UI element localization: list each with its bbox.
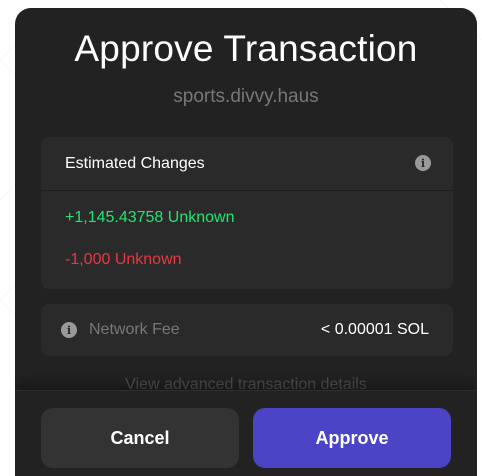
dialog-origin: sports.divvy.haus bbox=[173, 86, 319, 107]
change-decrease: -1,000 Unknown bbox=[65, 251, 182, 268]
approve-transaction-dialog: Approve Transaction sports.divvy.haus Es… bbox=[15, 8, 477, 476]
estimated-changes-card: Estimated Changes i +1,145.43758 Unknown… bbox=[41, 137, 453, 289]
network-fee-label: Network Fee bbox=[89, 321, 180, 338]
dialog-title: Approve Transaction bbox=[74, 28, 418, 69]
network-fee-value: < 0.00001 SOL bbox=[320, 321, 429, 338]
estimated-changes-header: Estimated Changes i bbox=[41, 137, 453, 191]
network-fee-row: i Network Fee < 0.00001 SOL bbox=[41, 304, 453, 356]
info-icon[interactable]: i bbox=[61, 322, 77, 338]
cancel-button[interactable]: Cancel bbox=[41, 408, 239, 468]
approve-button[interactable]: Approve bbox=[253, 408, 451, 468]
change-increase: +1,145.43758 Unknown bbox=[65, 209, 235, 226]
estimated-changes-label: Estimated Changes bbox=[65, 154, 205, 172]
info-icon[interactable]: i bbox=[415, 155, 431, 171]
dialog-footer: Cancel Approve bbox=[15, 390, 477, 476]
